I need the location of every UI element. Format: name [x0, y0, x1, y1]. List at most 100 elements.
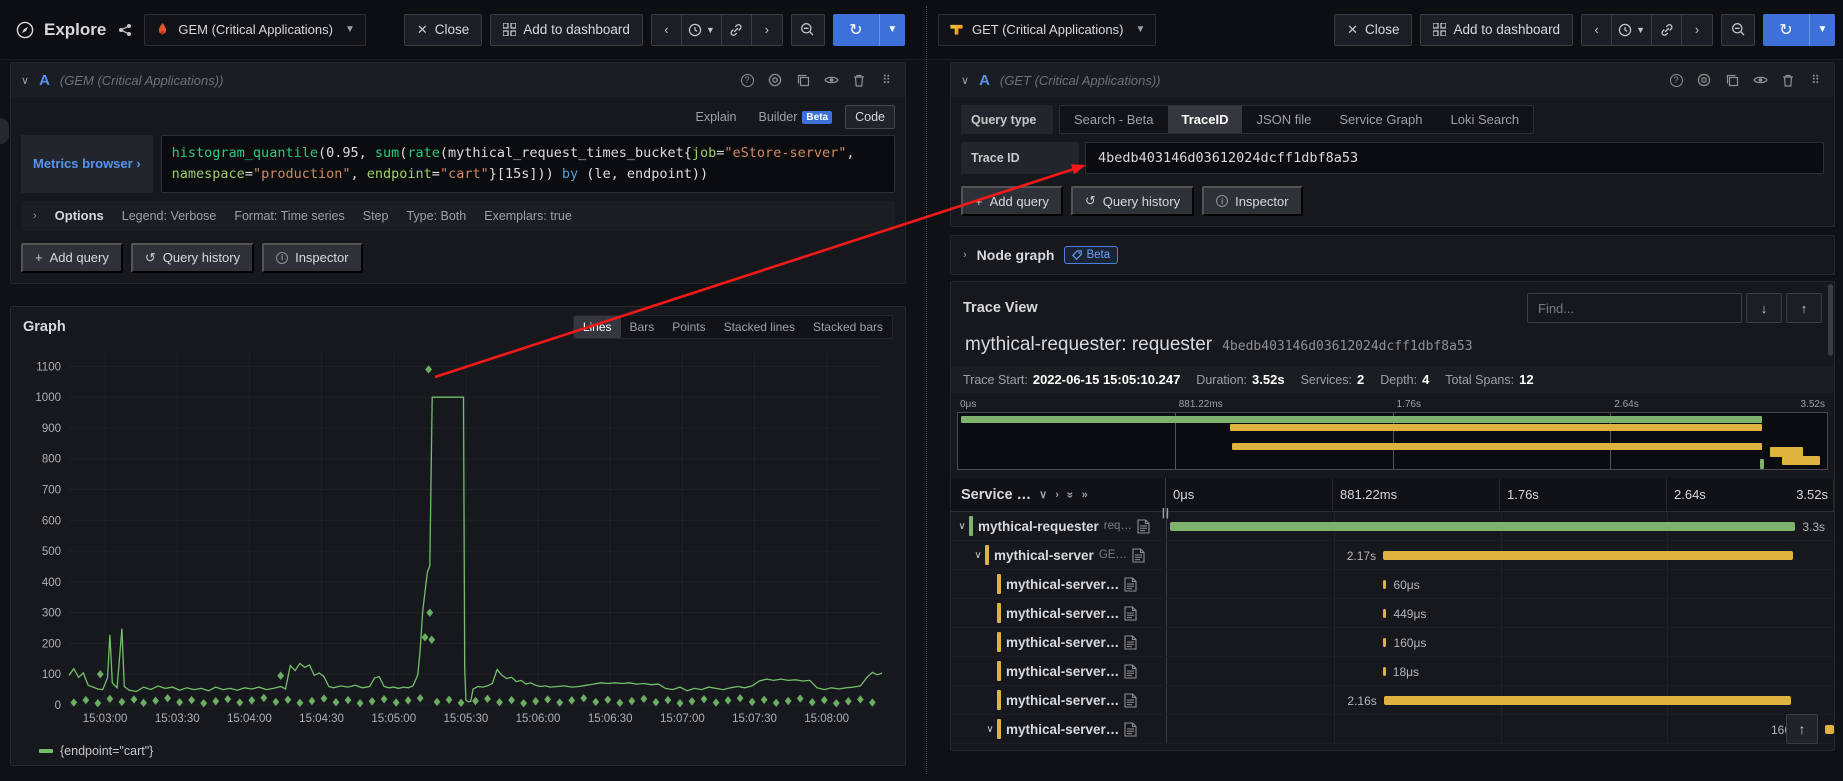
- span-duration-bar[interactable]: [1383, 667, 1386, 676]
- collapse-query-icon[interactable]: ∨: [21, 74, 29, 87]
- span-row[interactable]: ∨mythical-server…166.82m: [951, 715, 1834, 744]
- span-row[interactable]: mythical-server…449μs: [951, 599, 1834, 628]
- datasource-picker-left[interactable]: GEM (Critical Applications) ▼: [144, 14, 366, 46]
- timeseries-chart[interactable]: 01002003004005006007008009001000110015:0…: [11, 341, 905, 744]
- node-graph-section[interactable]: › Node graph Beta: [950, 235, 1835, 275]
- find-prev-button[interactable]: ↑: [1786, 293, 1822, 323]
- span-duration-bar[interactable]: [1383, 609, 1386, 618]
- span-row[interactable]: mythical-server…60μs: [951, 570, 1834, 599]
- span-row[interactable]: mythical-server…160μs: [951, 628, 1834, 657]
- span-row[interactable]: ∨mythical-serverGE…2.17s: [951, 541, 1834, 570]
- datasource-picker-right[interactable]: GET (Critical Applications) ▼: [938, 14, 1156, 46]
- span-timeline-cell[interactable]: 2.17s: [1166, 541, 1834, 569]
- span-name-cell[interactable]: mythical-server…: [951, 657, 1166, 685]
- span-duration-bar[interactable]: [1384, 696, 1792, 705]
- chart-legend[interactable]: {endpoint="cart"}: [11, 744, 905, 758]
- remove-query-icon[interactable]: [851, 72, 867, 88]
- close-split-left-button[interactable]: ✕Close: [404, 14, 482, 46]
- span-duration-bar[interactable]: [1383, 638, 1386, 647]
- collapse-one-icon[interactable]: ∨: [1039, 488, 1047, 501]
- time-shift-forward-button[interactable]: ›: [752, 15, 782, 45]
- span-logs-icon[interactable]: [1124, 577, 1137, 592]
- run-query-button[interactable]: ↻: [1763, 14, 1809, 46]
- span-timeline-cell[interactable]: 166.82m: [1166, 715, 1834, 743]
- span-logs-icon[interactable]: [1124, 722, 1137, 737]
- graph-mode-bars[interactable]: Bars: [621, 316, 664, 338]
- metrics-browser-button[interactable]: Metrics browser ›: [21, 135, 153, 193]
- span-name-cell[interactable]: ∨mythical-requesterreq…: [951, 512, 1166, 540]
- add-query-button[interactable]: +Add query: [21, 243, 123, 273]
- chevron-down-icon[interactable]: ∨: [955, 521, 969, 532]
- span-timeline-cell[interactable]: 3.3s: [1166, 512, 1834, 540]
- span-logs-icon[interactable]: [1124, 635, 1137, 650]
- span-logs-icon[interactable]: [1132, 548, 1145, 563]
- expand-all-icon[interactable]: »: [1082, 489, 1088, 501]
- query-history-button[interactable]: ↺Query history: [131, 243, 254, 273]
- pane-splitter[interactable]: [926, 6, 927, 774]
- span-name-cell[interactable]: mythical-server…: [951, 686, 1166, 714]
- copy-link-button[interactable]: [1652, 15, 1682, 45]
- duplicate-query-icon[interactable]: [795, 72, 811, 88]
- span-row[interactable]: mythical-server…2.16s: [951, 686, 1834, 715]
- tab-builder[interactable]: BuilderBeta: [750, 106, 842, 128]
- remove-query-icon[interactable]: [1780, 72, 1796, 88]
- time-picker-button[interactable]: ▼: [1612, 15, 1652, 45]
- add-query-button[interactable]: +Add query: [961, 186, 1063, 216]
- span-timeline-cell[interactable]: 18μs: [1166, 657, 1834, 685]
- span-logs-icon[interactable]: [1137, 519, 1150, 534]
- collapse-query-icon[interactable]: ∨: [961, 74, 969, 87]
- copy-link-button[interactable]: [722, 15, 752, 45]
- column-resize-handle[interactable]: ||: [1162, 507, 1170, 519]
- query-type-traceid[interactable]: TraceID: [1168, 106, 1243, 133]
- hide-response-icon[interactable]: [823, 72, 839, 88]
- graph-mode-stacked-lines[interactable]: Stacked lines: [715, 316, 804, 338]
- query-record-icon[interactable]: [767, 72, 783, 88]
- span-row[interactable]: ∨mythical-requesterreq…3.3s: [951, 512, 1834, 541]
- span-timeline-cell[interactable]: 60μs: [1166, 570, 1834, 598]
- span-timeline-cell[interactable]: 449μs: [1166, 599, 1834, 627]
- inspector-button[interactable]: iInspector: [262, 243, 362, 273]
- find-input[interactable]: [1527, 293, 1742, 323]
- run-query-dropdown[interactable]: ▼: [1809, 14, 1835, 46]
- span-duration-bar[interactable]: [1383, 551, 1793, 560]
- span-name-cell[interactable]: mythical-server…: [951, 599, 1166, 627]
- duplicate-query-icon[interactable]: [1724, 72, 1740, 88]
- span-logs-icon[interactable]: [1124, 664, 1137, 679]
- query-options-row[interactable]: › Options Legend: VerboseFormat: Time se…: [21, 201, 895, 231]
- time-shift-back-button[interactable]: ‹: [652, 15, 682, 45]
- query-history-button[interactable]: ↺Query history: [1071, 186, 1194, 216]
- scrollbar-thumb[interactable]: [1828, 284, 1833, 356]
- add-to-dashboard-right-button[interactable]: Add to dashboard: [1420, 14, 1573, 46]
- query-record-icon[interactable]: [1696, 72, 1712, 88]
- span-timeline-cell[interactable]: 2.16s: [1166, 686, 1834, 714]
- chevron-down-icon[interactable]: ∨: [971, 550, 985, 561]
- time-shift-forward-button[interactable]: ›: [1682, 15, 1712, 45]
- query-help-icon[interactable]: ?: [739, 72, 755, 88]
- span-name-cell[interactable]: mythical-server…: [951, 570, 1166, 598]
- chevron-down-icon[interactable]: ∨: [983, 724, 997, 735]
- trace-minimap[interactable]: [957, 412, 1828, 470]
- run-query-dropdown[interactable]: ▼: [879, 14, 905, 46]
- span-duration-bar[interactable]: [1383, 580, 1386, 589]
- drag-handle-icon[interactable]: ⠿: [879, 72, 895, 88]
- query-help-icon[interactable]: ?: [1668, 72, 1684, 88]
- add-to-dashboard-left-button[interactable]: Add to dashboard: [490, 14, 643, 46]
- close-split-right-button[interactable]: ✕Close: [1334, 14, 1412, 46]
- span-name-cell[interactable]: ∨mythical-server…: [951, 715, 1166, 743]
- query-type-loki-search[interactable]: Loki Search: [1436, 106, 1533, 133]
- expand-one-icon[interactable]: ›: [1055, 489, 1059, 501]
- tab-explain[interactable]: Explain: [687, 106, 746, 128]
- graph-mode-points[interactable]: Points: [663, 316, 714, 338]
- span-duration-bar[interactable]: [1170, 522, 1795, 531]
- find-next-button[interactable]: ↓: [1746, 293, 1782, 323]
- zoom-out-button[interactable]: [791, 14, 825, 46]
- span-name-cell[interactable]: mythical-server…: [951, 628, 1166, 656]
- span-timeline-cell[interactable]: 160μs: [1166, 628, 1834, 656]
- promql-code-editor[interactable]: histogram_quantile(0.95, sum(rate(mythic…: [161, 135, 895, 193]
- zoom-out-button[interactable]: [1721, 14, 1755, 46]
- trace-id-input[interactable]: [1085, 142, 1824, 174]
- sidebar-toggle-handle[interactable]: [0, 118, 9, 144]
- scroll-to-top-button[interactable]: ↑: [1786, 714, 1818, 744]
- span-logs-icon[interactable]: [1124, 606, 1137, 621]
- share-icon[interactable]: [114, 19, 136, 41]
